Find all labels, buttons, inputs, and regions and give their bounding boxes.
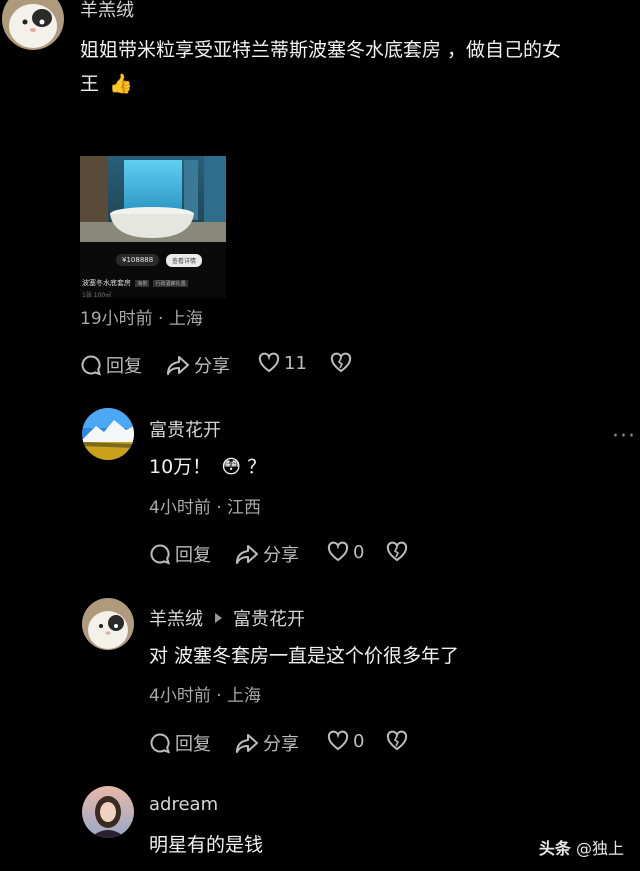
card-tag: 海景 bbox=[135, 280, 150, 287]
share-button[interactable]: 分享 bbox=[235, 541, 299, 567]
broken-heart-icon bbox=[386, 730, 408, 751]
reply-label: 回复 bbox=[175, 545, 211, 566]
reply-button[interactable]: 回复 bbox=[80, 352, 142, 378]
share-button[interactable]: 分享 bbox=[235, 730, 299, 756]
card-subline: 1张 100㎡ bbox=[82, 292, 112, 299]
avatar-mountain-landscape[interactable] bbox=[82, 408, 134, 460]
dislike-button[interactable] bbox=[386, 541, 412, 563]
price-pill: ¥108888 bbox=[116, 254, 160, 266]
like-button[interactable]: 0 bbox=[327, 541, 364, 563]
toutiao-watermark: 头条 @独上 bbox=[539, 835, 624, 859]
avatar-woman-portrait[interactable] bbox=[82, 786, 134, 838]
comment-2-meta: 4小时前 · 江西 bbox=[149, 498, 262, 518]
comment-2-text-suffix: ？ bbox=[247, 456, 267, 478]
share-arrow-icon bbox=[236, 734, 258, 753]
comment-1-meta: 19小时前 · 上海 bbox=[80, 309, 203, 329]
comment-2-text-content: 10万！ bbox=[149, 456, 212, 478]
card-tag: 行政酒廊礼遇 bbox=[153, 280, 188, 287]
comment-1-text-line2: 王 👍 bbox=[80, 66, 133, 102]
underwater-suite-image bbox=[80, 156, 226, 242]
like-count: 0 bbox=[353, 730, 365, 752]
dislike-button[interactable] bbox=[386, 730, 412, 752]
comment-2-username[interactable]: 富贵花开 bbox=[149, 416, 221, 442]
like-count: 0 bbox=[353, 541, 365, 563]
heart-icon bbox=[327, 730, 349, 751]
share-label: 分享 bbox=[194, 356, 230, 377]
share-arrow-icon bbox=[167, 356, 189, 375]
comment-3-header: 羊羔绒 富贵花开 bbox=[149, 605, 305, 631]
like-count: 11 bbox=[284, 352, 307, 374]
hotel-room-card[interactable]: ¥108888 查看详情 波塞冬水底套房 海景 行政酒廊礼遇 1张 100㎡ bbox=[80, 156, 226, 299]
thumbs-up-emoji-icon: 👍 bbox=[109, 73, 133, 95]
view-details-button[interactable]: 查看详情 bbox=[166, 254, 203, 267]
share-arrow-icon bbox=[236, 545, 258, 564]
comment-3-username[interactable]: 羊羔绒 bbox=[149, 605, 203, 631]
comment-3-meta: 4小时前 · 上海 bbox=[149, 686, 262, 706]
comment-bubble-icon bbox=[150, 544, 171, 565]
watermark-brand: 头条 bbox=[538, 839, 571, 858]
watermark-handle: @独上 bbox=[575, 839, 624, 858]
comment-1-username[interactable]: 羊羔绒 bbox=[80, 0, 134, 22]
comment-3-text: 对 波塞冬套房一直是这个价很多年了 bbox=[149, 645, 460, 667]
avatar-cat[interactable] bbox=[2, 0, 64, 50]
share-button[interactable]: 分享 bbox=[166, 352, 230, 378]
card-title-row: 波塞冬水底套房 海景 行政酒廊礼遇 bbox=[82, 278, 188, 288]
reply-button[interactable]: 回复 bbox=[149, 730, 211, 756]
avatar-cat[interactable] bbox=[82, 598, 134, 650]
share-label: 分享 bbox=[263, 545, 299, 566]
like-button[interactable]: 11 bbox=[258, 352, 307, 374]
comment-1-text-line2-content: 王 bbox=[80, 73, 100, 95]
comment-2-text: 10万！ 😳 ？ bbox=[149, 449, 266, 485]
flushed-face-emoji-icon: 😳 bbox=[221, 456, 242, 478]
comment-1-text-line1: 姐姐带米粒享受亚特兰蒂斯波塞冬水底套房 ，做自己的女 bbox=[80, 39, 562, 61]
comment-4-username[interactable]: adream bbox=[149, 794, 218, 815]
share-label: 分享 bbox=[263, 734, 299, 755]
heart-icon bbox=[258, 352, 280, 373]
broken-heart-icon bbox=[386, 541, 408, 562]
comment-4-text: 明星有的是钱 bbox=[149, 834, 264, 856]
comment-bubble-icon bbox=[81, 355, 102, 376]
card-title: 波塞冬水底套房 bbox=[82, 279, 131, 287]
dislike-button[interactable] bbox=[330, 352, 356, 374]
reply-label: 回复 bbox=[175, 734, 211, 755]
comment-bubble-icon bbox=[150, 733, 171, 754]
more-options-icon[interactable]: ··· bbox=[612, 424, 636, 449]
triangle-right-icon bbox=[215, 613, 222, 623]
like-button[interactable]: 0 bbox=[327, 730, 364, 752]
reply-to-username[interactable]: 富贵花开 bbox=[233, 605, 305, 631]
heart-icon bbox=[327, 541, 349, 562]
reply-label: 回复 bbox=[106, 356, 142, 377]
reply-button[interactable]: 回复 bbox=[149, 541, 211, 567]
broken-heart-icon bbox=[330, 352, 352, 373]
